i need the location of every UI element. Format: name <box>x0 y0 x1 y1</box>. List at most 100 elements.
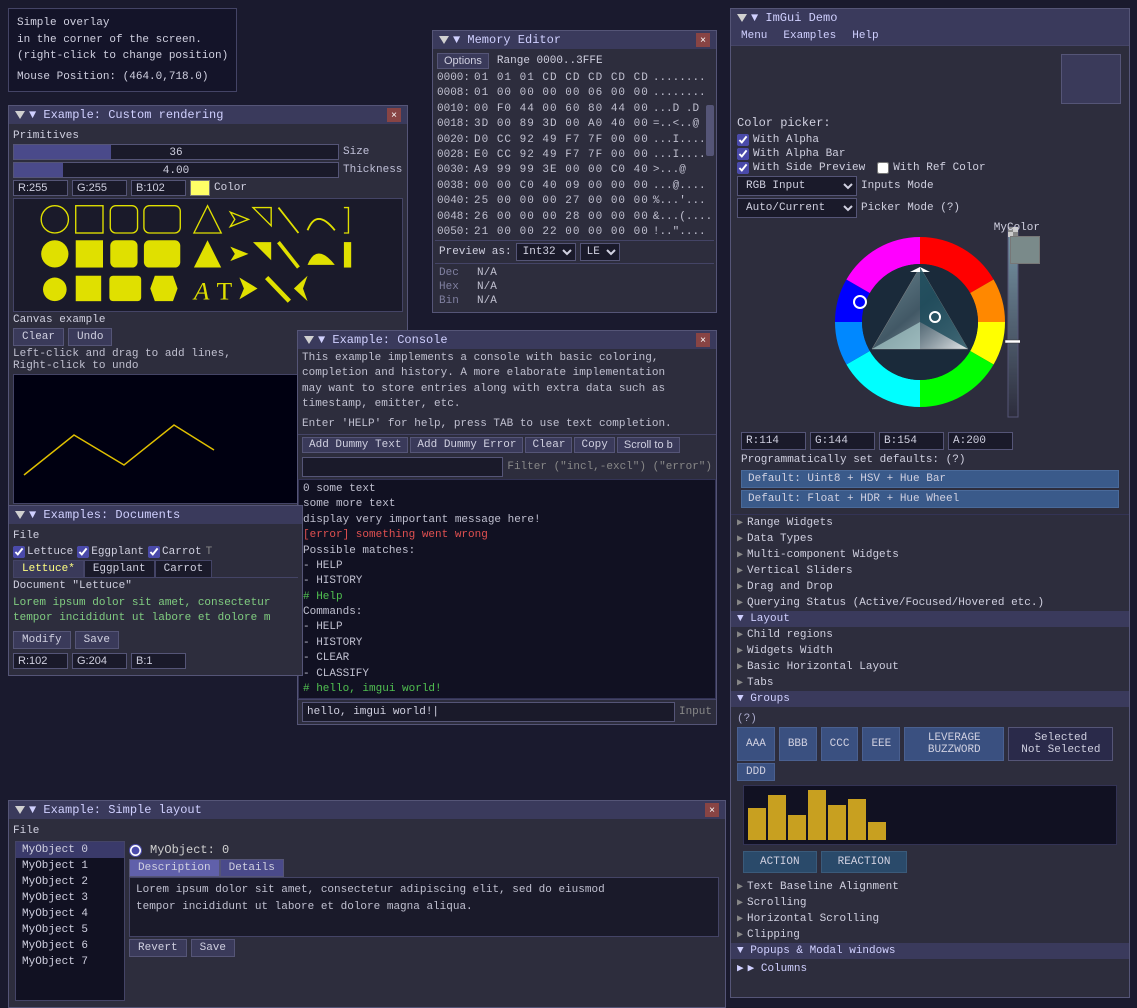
list-item[interactable]: MyObject 3 <box>16 890 124 906</box>
doc-g-input[interactable] <box>72 653 127 669</box>
object-list[interactable]: MyObject 0MyObject 1MyObject 2MyObject 3… <box>15 841 125 1001</box>
default2-button[interactable]: Default: Float + HDR + Hue Wheel <box>741 490 1119 508</box>
add-dummy-text-button[interactable]: Add Dummy Text <box>302 437 408 453</box>
size-slider[interactable]: 36 <box>13 144 339 160</box>
g-input[interactable] <box>72 180 127 196</box>
list-item[interactable]: MyObject 5 <box>16 922 124 938</box>
custom-render-close[interactable]: × <box>387 108 401 122</box>
auto-current-select[interactable]: Auto/Current <box>737 198 857 218</box>
eggplant-tab[interactable]: Eggplant <box>84 560 155 577</box>
options-button[interactable]: Options <box>437 53 489 69</box>
eee-button[interactable]: EEE <box>862 727 900 761</box>
ccc-button[interactable]: CCC <box>821 727 859 761</box>
ddd-button[interactable]: DDD <box>737 763 775 781</box>
list-item[interactable]: MyObject 6 <box>16 938 124 954</box>
scroll-bottom-button[interactable]: Scroll to b <box>617 437 680 453</box>
carrot-checkbox[interactable]: Carrot <box>148 546 202 558</box>
thickness-slider[interactable]: 4.00 <box>13 162 339 178</box>
console-titlebar[interactable]: ▼ Example: Console × <box>298 331 716 349</box>
g-rgba-input[interactable] <box>810 432 875 450</box>
more-section-item[interactable]: ▶Scrolling <box>731 895 1129 911</box>
tree-item[interactable]: ▶Range Widgets <box>731 515 1129 531</box>
rgb-input-select[interactable]: RGB Input <box>737 176 857 196</box>
undo-button[interactable]: Undo <box>68 328 112 346</box>
action-button[interactable]: ACTION <box>743 851 817 873</box>
details-tab[interactable]: Details <box>220 859 284 877</box>
menu-item-examples[interactable]: Examples <box>779 29 840 43</box>
description-tab[interactable]: Description <box>129 859 220 877</box>
tree-item[interactable]: ▶Querying Status (Active/Focused/Hovered… <box>731 595 1129 611</box>
list-item[interactable]: MyObject 4 <box>16 906 124 922</box>
add-dummy-error-button[interactable]: Add Dummy Error <box>410 437 523 453</box>
columns-section-header[interactable]: ▶ ▶ Columns <box>731 959 1129 977</box>
color-wheel-svg[interactable] <box>820 222 1020 422</box>
console-close[interactable]: × <box>696 333 710 347</box>
eggplant-checkbox[interactable]: Eggplant <box>77 546 144 558</box>
list-item[interactable]: MyObject 1 <box>16 858 124 874</box>
menu-item-help[interactable]: Help <box>848 29 882 43</box>
layout-item[interactable]: ▶Basic Horizontal Layout <box>731 659 1129 675</box>
list-item[interactable]: MyObject 0 <box>16 842 124 858</box>
reaction-button[interactable]: REACTION <box>821 851 908 873</box>
list-item[interactable]: MyObject 7 <box>16 954 124 970</box>
lettuce-tab[interactable]: Lettuce* <box>13 560 84 577</box>
memory-editor-titlebar[interactable]: ▼ Memory Editor × <box>433 31 716 49</box>
default1-button[interactable]: Default: Uint8 + HSV + Hue Bar <box>741 470 1119 488</box>
obj-radio[interactable] <box>129 844 142 857</box>
clear-button[interactable]: Clear <box>13 328 64 346</box>
tree-item[interactable]: ▶Multi-component Widgets <box>731 547 1129 563</box>
more-section-item[interactable]: ▶Text Baseline Alignment <box>731 879 1129 895</box>
save-doc-button[interactable]: Save <box>75 631 119 649</box>
console-output[interactable]: 0 some textsome more textdisplay very im… <box>298 479 716 699</box>
more-section-item[interactable]: ▶Clipping <box>731 927 1129 943</box>
mycolor-swatch[interactable] <box>1010 236 1040 264</box>
format-select[interactable]: Int32 Uint8 Float <box>516 243 576 261</box>
file-menu[interactable]: File <box>13 530 298 542</box>
with-side-preview-checkbox[interactable] <box>737 162 749 174</box>
tree-item[interactable]: ▶Drag and Drop <box>731 579 1129 595</box>
a-rgba-input[interactable] <box>948 432 1013 450</box>
menu-item-menu[interactable]: Menu <box>737 29 771 43</box>
aaa-button[interactable]: AAA <box>737 727 775 761</box>
custom-render-titlebar[interactable]: ▼ Example: Custom rendering × <box>9 106 407 124</box>
layout-file-menu[interactable]: File <box>13 825 721 837</box>
demo-titlebar[interactable]: ▼ ImGui Demo <box>731 9 1129 27</box>
b-input[interactable] <box>131 180 186 196</box>
tree-item[interactable]: ▶Data Types <box>731 531 1129 547</box>
layout-item[interactable]: ▶Tabs <box>731 675 1129 691</box>
groups-section-header[interactable]: ▼ Groups <box>731 691 1129 707</box>
with-alpha-checkbox[interactable] <box>737 134 749 146</box>
copy-console-button[interactable]: Copy <box>574 437 614 453</box>
endian-select[interactable]: LE BE <box>580 243 620 261</box>
layout-section-header[interactable]: ▼ Layout <box>731 611 1129 627</box>
layout-item[interactable]: ▶Widgets Width <box>731 643 1129 659</box>
list-item[interactable]: MyObject 2 <box>16 874 124 890</box>
documents-titlebar[interactable]: ▼ Examples: Documents <box>9 506 302 524</box>
leverage-button[interactable]: LEVERAGEBUZZWORD <box>904 727 1004 761</box>
memory-editor-close[interactable]: × <box>696 33 710 47</box>
filter-input[interactable] <box>302 457 503 477</box>
b-rgba-input[interactable] <box>879 432 944 450</box>
carrot-tab[interactable]: Carrot <box>155 560 213 577</box>
revert-button[interactable]: Revert <box>129 939 187 957</box>
with-alpha-bar-checkbox[interactable] <box>737 148 749 160</box>
color-swatch[interactable] <box>190 180 210 196</box>
doc-b-input[interactable] <box>131 653 186 669</box>
with-ref-color-checkbox[interactable] <box>877 162 889 174</box>
popups-section-header[interactable]: ▼ Popups & Modal windows <box>731 943 1129 959</box>
bbb-button[interactable]: BBB <box>779 727 817 761</box>
doc-r-input[interactable] <box>13 653 68 669</box>
simple-layout-close[interactable]: × <box>705 803 719 817</box>
r-rgba-input[interactable] <box>741 432 806 450</box>
mem-scrollbar[interactable] <box>706 105 714 156</box>
clear-console-button[interactable]: Clear <box>525 437 572 453</box>
lettuce-checkbox[interactable]: Lettuce <box>13 546 73 558</box>
more-section-item[interactable]: ▶Horizontal Scrolling <box>731 911 1129 927</box>
modify-button[interactable]: Modify <box>13 631 71 649</box>
r-input[interactable] <box>13 180 68 196</box>
layout-item[interactable]: ▶Child regions <box>731 627 1129 643</box>
simple-layout-titlebar[interactable]: ▼ Example: Simple layout × <box>9 801 725 819</box>
save-layout-button[interactable]: Save <box>191 939 235 957</box>
console-input[interactable] <box>302 702 675 722</box>
tree-item[interactable]: ▶Vertical Sliders <box>731 563 1129 579</box>
